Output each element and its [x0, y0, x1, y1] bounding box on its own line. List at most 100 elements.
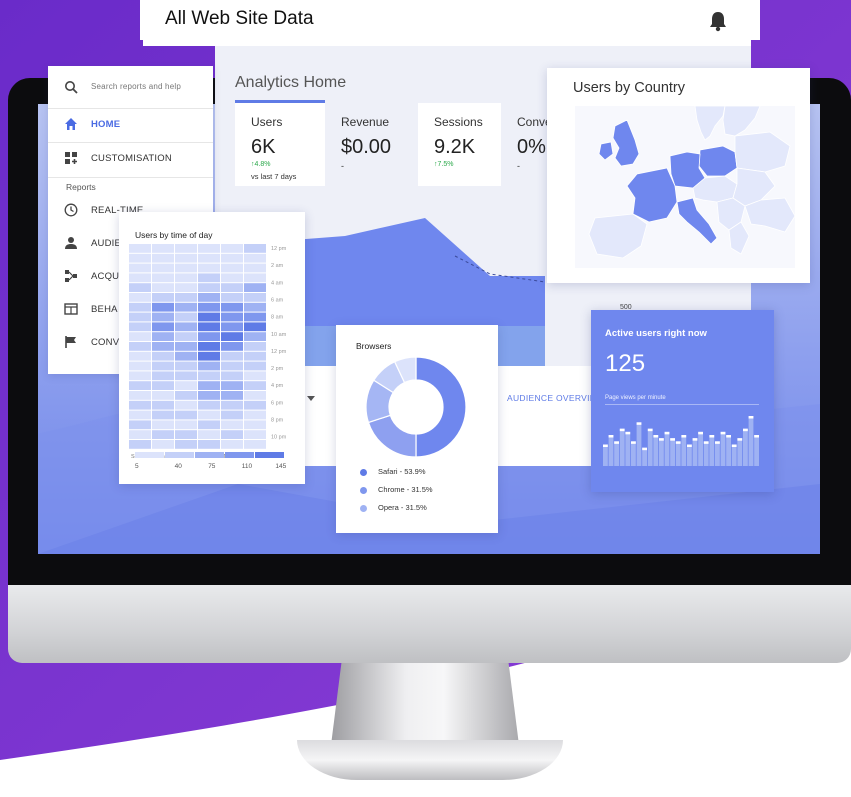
heatmap-hour-label: 10 pm — [271, 435, 287, 441]
bar — [692, 438, 698, 466]
sidebar-item-customisation[interactable]: CUSTOMISATION — [48, 143, 213, 175]
heatmap-cell — [175, 440, 197, 449]
heatmap-cell — [129, 400, 151, 410]
heatmap-cell — [129, 391, 151, 400]
heatmap-cell — [152, 302, 174, 312]
metric-users[interactable]: Users 6K ↑4.8% vs last 7 days — [235, 103, 325, 186]
heatmap-cell — [152, 391, 174, 400]
bar-cap — [687, 444, 692, 447]
heatmap-cell — [129, 332, 151, 341]
heatmap-cell — [221, 273, 243, 283]
heatmap-cell — [221, 332, 243, 341]
heatmap-cell — [198, 283, 220, 292]
heatmap-cell — [175, 253, 197, 263]
heatmap-legend-label: 40 — [175, 463, 183, 470]
reports-header: Reports — [66, 182, 96, 192]
metric-sessions[interactable]: Sessions 9.2K ↑7.5% — [418, 103, 508, 186]
heatmap-cell — [129, 410, 151, 420]
metric-value: 6K — [251, 136, 276, 158]
sidebar-item-label: BEHA — [91, 304, 118, 315]
customisation-icon — [65, 152, 77, 164]
heatmap-cell — [175, 273, 197, 283]
heatmap-cell — [152, 371, 174, 381]
heatmap-cell — [129, 430, 151, 439]
divider — [48, 177, 213, 178]
heatmap-legend-swatch — [165, 452, 194, 458]
page-title: Analytics Home — [235, 74, 347, 91]
bell-icon[interactable] — [708, 10, 728, 32]
card-title: Browsers — [356, 341, 392, 351]
heatmap-cell — [152, 420, 174, 430]
heatmap-cell — [244, 342, 266, 351]
legend-label: Safari - 53.9% — [378, 467, 426, 476]
heatmap-cell — [221, 253, 243, 263]
heatmap-cell — [175, 302, 197, 312]
heatmap-cell — [175, 420, 197, 430]
card-title: Active users right now — [605, 328, 707, 339]
heatmap-cell — [221, 410, 243, 420]
heatmap-cell — [175, 293, 197, 302]
heatmap-cell — [198, 253, 220, 263]
bar — [631, 441, 636, 466]
heatmap-cell — [244, 351, 266, 361]
heatmap-cell — [221, 361, 243, 371]
bar — [670, 438, 675, 466]
active-users-card: Active users right now 125 Page views pe… — [591, 310, 774, 492]
heatmap-legend-swatch — [255, 452, 284, 458]
search-placeholder: Search reports and help — [91, 82, 181, 91]
dropdown-caret-icon[interactable] — [307, 396, 315, 402]
heatmap-cell — [152, 361, 174, 371]
metric-revenue[interactable]: Revenue $0.00 - — [325, 103, 415, 186]
heatmap-cell — [221, 440, 243, 449]
heatmap-cell — [198, 420, 220, 430]
users-by-time-card: Users by time of day 12 pm 2 am 4 am 6 am 8 … — [119, 212, 305, 484]
sidebar-item-label: AUDIE — [91, 238, 122, 249]
bar — [687, 444, 692, 466]
heatmap-cell — [152, 312, 174, 322]
heatmap-hour-label: 6 pm — [271, 400, 284, 406]
heatmap-cell — [198, 400, 220, 410]
legend-label: Chrome - 31.5% — [378, 485, 433, 494]
heatmap-hour-label: 8 pm — [271, 418, 284, 424]
heatmap-cell — [175, 351, 197, 361]
heatmap-cell — [175, 381, 197, 390]
heatmap-cell — [152, 283, 174, 292]
heatmap-cell — [129, 283, 151, 292]
monitor-stand-foot — [297, 740, 563, 780]
heatmap-cell — [129, 322, 151, 332]
heatmap-cell — [221, 322, 243, 332]
bar-cap — [737, 438, 743, 441]
users-by-country-card: Users by Country — [547, 68, 810, 283]
heatmap-cell — [198, 273, 220, 283]
bar — [603, 444, 608, 466]
audience-overview-link[interactable]: AUDIENCE OVERVIE — [507, 393, 596, 403]
heatmap-cell — [175, 361, 197, 371]
heatmap-hour-label: 6 am — [271, 297, 284, 303]
heatmap-cell — [129, 253, 151, 263]
heatmap-cell — [175, 410, 197, 420]
heatmap-cell — [221, 283, 243, 292]
heatmap-cell — [221, 381, 243, 390]
heatmap-cell — [221, 342, 243, 351]
donut-slice — [415, 356, 467, 458]
heatmap-cell — [175, 283, 197, 292]
sidebar-item-home[interactable]: HOME — [48, 109, 213, 141]
heatmap-hour-label: 10 am — [271, 332, 287, 338]
search-field[interactable]: Search reports and help — [48, 72, 213, 104]
heatmap-cell — [198, 302, 220, 312]
legend-swatch — [360, 469, 367, 476]
heatmap-cell — [129, 302, 151, 312]
heatmap-cell — [244, 361, 266, 371]
bar-cap — [698, 431, 703, 435]
active-users-count: 125 — [605, 350, 646, 377]
bar-cap — [715, 441, 720, 444]
heatmap-cell — [129, 361, 151, 371]
heatmap-hour-label: 4 am — [271, 280, 284, 286]
heatmap-cell — [244, 253, 266, 263]
bar-cap — [709, 435, 715, 438]
metric-label: Users — [251, 115, 283, 129]
heatmap-cell — [221, 293, 243, 302]
metric-value: 9.2K — [434, 136, 476, 158]
heatmap-legend-label: 110 — [242, 463, 253, 470]
heatmap-cell — [198, 410, 220, 420]
